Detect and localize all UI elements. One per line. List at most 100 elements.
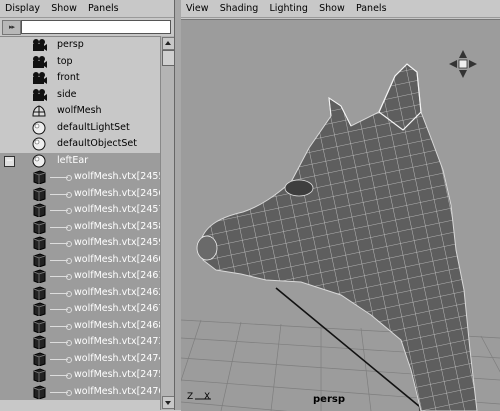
connection-line [50,274,72,280]
vertex-icon [33,335,46,349]
outliner-vertex-label: wolfMesh.vtx[2476] [74,385,160,397]
vertex-icon [33,368,46,382]
outliner-vertex-item[interactable]: wolfMesh.vtx[2455] [0,169,160,186]
outliner-vertex-label: wolfMesh.vtx[2457] [74,204,160,215]
outliner-item-label: defaultObjectSet [57,138,137,149]
connection-line [50,373,72,379]
outliner-vertex-item[interactable]: wolfMesh.vtx[2467] [0,301,160,318]
view-axis-gizmo [449,50,477,78]
outliner-item-defaultLightSet[interactable]: defaultLightSet [0,120,160,137]
outliner-vertex-item[interactable]: wolfMesh.vtx[2459] [0,235,160,252]
connection-line [50,323,72,330]
outliner-item-label: wolfMesh [57,105,102,116]
outliner-item-defaultObjectSet[interactable]: defaultObjectSet [0,136,160,153]
connection-line [50,191,72,198]
connection-line [50,356,72,363]
outliner-vertex-label: wolfMesh.vtx[2458] [74,220,160,232]
viewport-menu-view[interactable]: View [186,3,209,14]
outliner-vertex-label: wolfMesh.vtx[2459] [74,237,160,248]
outliner-vertex-item[interactable]: wolfMesh.vtx[2473] [0,334,160,351]
filter-menu-icon[interactable]: ▸▸ [2,20,21,35]
vertex-icon [33,170,46,184]
outliner-vertex-label: wolfMesh.vtx[2456] [74,187,160,199]
viewport-menu-show[interactable]: Show [319,3,345,14]
vertex-icon [33,384,46,399]
outliner-vertex-label: wolfMesh.vtx[2475] [74,369,160,380]
outliner-vertex-item[interactable]: wolfMesh.vtx[2476] [0,383,160,400]
viewport-menu-panels[interactable]: Panels [356,3,387,14]
outliner-item-front[interactable]: front [0,70,160,87]
camera-name-label: persp [313,394,345,405]
outliner-item-label: defaultLightSet [57,121,130,133]
viewport-scene [181,50,500,411]
outliner-vertex-item[interactable]: wolfMesh.vtx[2474] [0,350,160,367]
outliner-vertex-label: wolfMesh.vtx[2455] [74,171,160,182]
set-icon [32,137,46,151]
outliner-vertex-item[interactable]: wolfMesh.vtx[2460] [0,251,160,268]
outliner-filter-input[interactable] [21,20,171,34]
outliner-vertex-label: wolfMesh.vtx[2462] [74,286,160,298]
viewport-menu-lighting[interactable]: Lighting [270,3,308,14]
connection-line [50,340,72,346]
outliner-vertex-label: wolfMesh.vtx[2473] [74,336,160,347]
outliner-menubar: Display Show Panels [0,0,174,18]
outliner-vertex-item[interactable]: wolfMesh.vtx[2475] [0,367,160,384]
outliner-toolbar: ▸▸ [0,18,174,36]
outliner-vertex-item[interactable]: wolfMesh.vtx[2458] [0,218,160,235]
outliner-vertex-label: wolfMesh.vtx[2461] [74,270,160,281]
outliner-item-side[interactable]: side [0,87,160,104]
mesh-icon [32,105,46,117]
set-icon [32,121,46,134]
3d-viewport[interactable]: Z X persp [181,19,500,411]
outliner-menu-panels[interactable]: Panels [88,3,119,14]
outliner-item-label: front [57,72,80,83]
outliner-item-leftEar[interactable]: − leftEar [0,152,160,169]
collapse-icon[interactable]: − [4,155,15,167]
vertex-icon [33,285,46,300]
outliner-item-label: leftEar [57,154,89,166]
outliner-vertex-item[interactable]: wolfMesh.vtx[2462] [0,284,160,301]
outliner-item-label: top [57,55,73,67]
connection-line [50,175,72,181]
connection-line [50,389,72,396]
outliner-vertex-item[interactable]: wolfMesh.vtx[2456] [0,185,160,202]
camera-icon [33,88,47,101]
axis-x-label: X [204,392,211,402]
outliner-item-persp[interactable]: persp [0,37,160,54]
vertex-icon [33,318,46,333]
outliner-item-label: persp [57,39,84,50]
set-icon [32,154,46,167]
connection-line [50,208,72,214]
outliner-list: persp top front side wolfMesh defaultLightSet… [0,36,160,411]
outliner-item-wolfMesh[interactable]: wolfMesh [0,103,160,120]
outliner-vertex-item[interactable]: wolfMesh.vtx[2457] [0,202,160,219]
camera-icon [33,72,47,84]
outliner-panel: Display Show Panels ▸▸ persp top front side… [0,0,175,411]
connection-line [50,257,72,264]
outliner-vertex-item[interactable]: wolfMesh.vtx[2468] [0,317,160,334]
outliner-item-label: side [57,88,77,100]
viewport-panel: View Shading Lighting Show Panels Z X pe… [181,0,500,411]
vertex-icon [33,269,46,283]
vertex-icon [33,203,46,217]
outliner-vertex-label: wolfMesh.vtx[2460] [74,253,160,265]
vertex-icon [33,219,46,234]
outliner-item-top[interactable]: top [0,54,160,71]
camera-icon [33,55,47,68]
axis-z-label: Z [187,392,194,402]
camera-icon [33,39,47,51]
connection-line [50,241,72,247]
outliner-menu-show[interactable]: Show [51,3,77,14]
outliner-vertex-label: wolfMesh.vtx[2467] [74,303,160,314]
outliner-menu-display[interactable]: Display [5,3,40,14]
outliner-vertex-label: wolfMesh.vtx[2474] [74,352,160,364]
vertex-icon [33,351,46,366]
outliner-scrollbar[interactable] [160,36,175,410]
outliner-vertex-label: wolfMesh.vtx[2468] [74,319,160,331]
viewport-menubar: View Shading Lighting Show Panels [181,0,500,18]
connection-line [50,224,72,231]
vertex-icon [33,302,46,316]
outliner-vertex-item[interactable]: wolfMesh.vtx[2461] [0,268,160,285]
viewport-menu-shading[interactable]: Shading [220,3,259,14]
vertex-icon [33,186,46,201]
